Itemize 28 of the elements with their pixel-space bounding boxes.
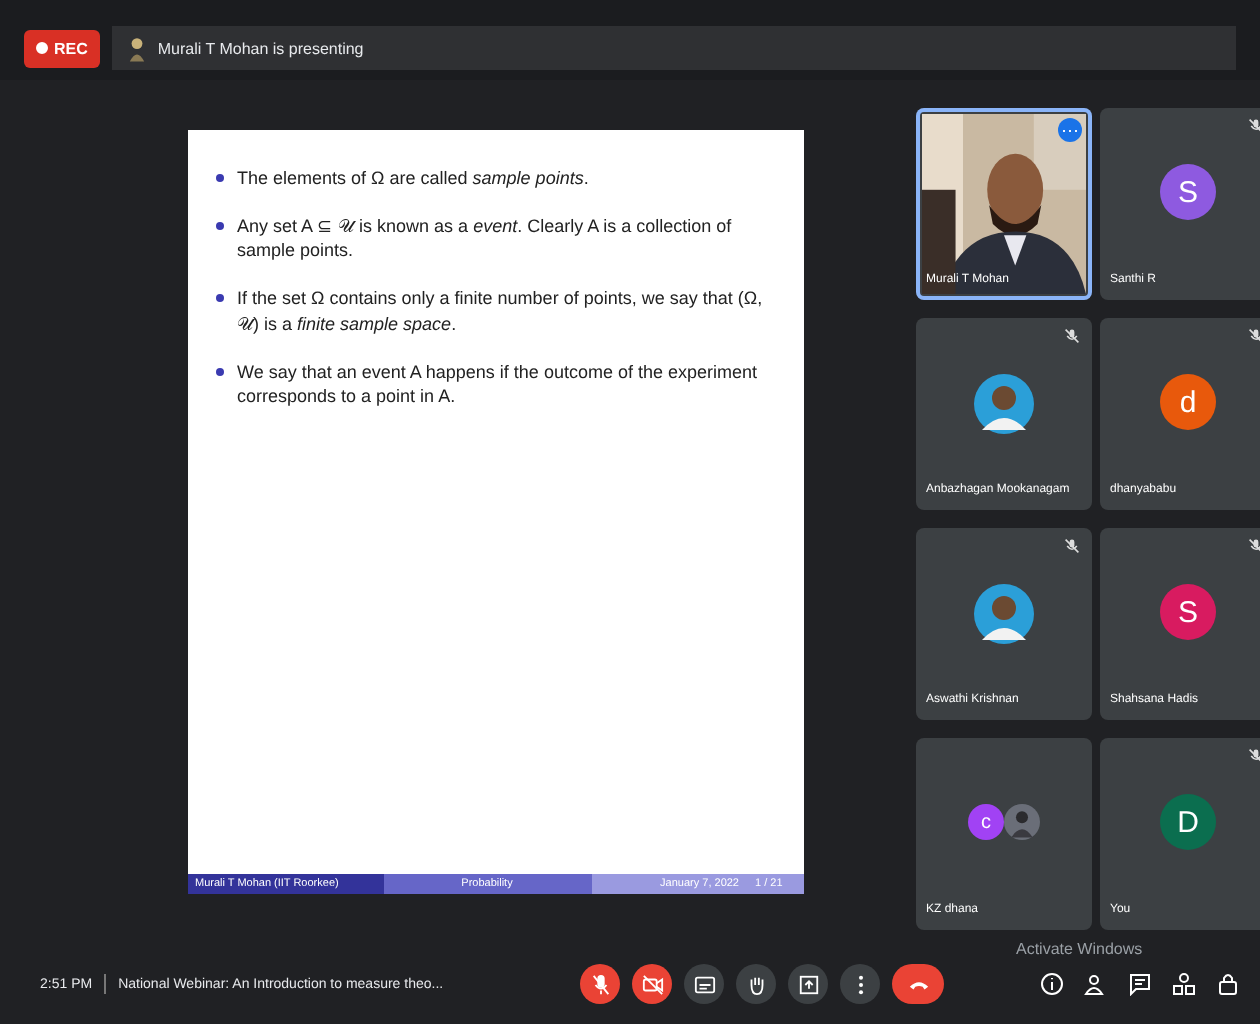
slide-bullet-text: The elements of Ω are called sample points. <box>237 166 589 191</box>
captions-icon <box>693 973 716 995</box>
shapes-icon[interactable] <box>1168 968 1200 1000</box>
microphone-icon <box>589 973 612 995</box>
captions-button[interactable] <box>684 964 725 1004</box>
slide-bullet-text: Any set A ⊆ 𝒰 is known as a event. Clearly A is a collection of sample points. <box>237 214 734 263</box>
hand-button[interactable] <box>736 964 777 1004</box>
camera-icon <box>641 973 664 995</box>
chat-icon[interactable] <box>1124 968 1156 1000</box>
avatar-letter: d <box>1160 374 1216 430</box>
present-button[interactable] <box>788 964 829 1004</box>
info-icon[interactable] <box>1036 968 1068 1000</box>
mic-button[interactable] <box>580 964 621 1004</box>
presenting-text: Murali T Mohan is presenting <box>157 39 364 57</box>
present-icon <box>797 973 820 995</box>
recording-badge: REC <box>24 29 100 67</box>
avatar-letter: S <box>1160 164 1216 220</box>
more-button[interactable] <box>840 964 881 1004</box>
person-icon <box>127 35 146 61</box>
avatar-letter: D <box>1160 794 1216 850</box>
slide-bullet-text: If the set Ω contains only a finite number of points, we say that (Ω, 𝒰) is a finite sample space. <box>237 286 765 336</box>
cam-button[interactable] <box>632 964 673 1004</box>
hand-icon <box>745 973 768 995</box>
slide-bullet-text: We say that an event A happens if the outcome of the experiment corresponds to a point in A. <box>237 359 759 408</box>
activate-windows-text: Activate Windows <box>1016 940 1143 958</box>
avatar-letter: S <box>1160 584 1216 640</box>
avatar-letter: c <box>968 804 1004 840</box>
end-button[interactable] <box>892 964 945 1004</box>
